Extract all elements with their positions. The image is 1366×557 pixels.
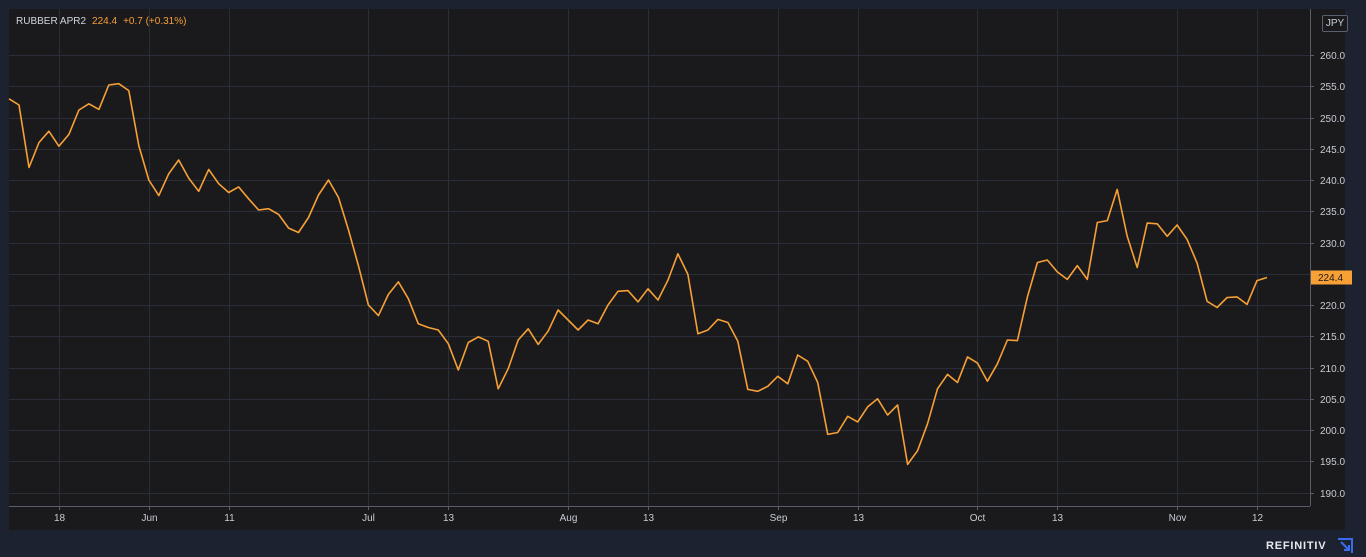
y-tick-label: 200.0 <box>1320 426 1345 437</box>
x-tick-label: 13 <box>853 513 865 524</box>
y-tick-label: 205.0 <box>1320 395 1345 406</box>
x-tick-label: 13 <box>643 513 655 524</box>
x-tick-label: 13 <box>1052 513 1064 524</box>
brand-name: REFINITIV <box>1266 540 1327 552</box>
y-tick-label: 240.0 <box>1320 176 1345 187</box>
x-tick-label: 18 <box>54 513 66 524</box>
price-chart: 190.0195.0200.0205.0210.0215.0220.0225.0… <box>0 0 1366 557</box>
y-tick-label: 195.0 <box>1320 457 1345 468</box>
legend-change: +0.7 (+0.31%) <box>123 16 187 27</box>
x-tick-label: Jul <box>362 513 375 524</box>
y-tick-label: 190.0 <box>1320 489 1345 500</box>
y-tick-label: 215.0 <box>1320 332 1345 343</box>
refinitiv-logo-icon <box>1338 538 1353 553</box>
x-tick-label: Oct <box>970 513 986 524</box>
y-tick-label: 245.0 <box>1320 145 1345 156</box>
y-tick-label: 210.0 <box>1320 364 1345 375</box>
x-tick-label: 11 <box>224 513 235 524</box>
plot-background <box>9 9 1345 530</box>
y-tick-label: 220.0 <box>1320 301 1345 312</box>
legend-price: 224.4 <box>92 16 118 27</box>
y-tick-label: 235.0 <box>1320 207 1345 218</box>
chart-legend: RUBBER APR2 224.4 +0.7 (+0.31%) <box>16 16 186 27</box>
y-tick-label: 230.0 <box>1320 239 1345 250</box>
x-tick-label: Sep <box>770 513 788 524</box>
currency-button[interactable]: JPY <box>1322 15 1348 32</box>
x-tick-label: Jun <box>141 513 157 524</box>
last-value-text: 224.4 <box>1318 273 1343 284</box>
x-tick-label: 13 <box>443 513 455 524</box>
x-tick-label: Aug <box>560 513 578 524</box>
chart-container: 190.0195.0200.0205.0210.0215.0220.0225.0… <box>0 0 1366 557</box>
last-value-label: 224.4 <box>1311 270 1352 285</box>
y-tick-label: 255.0 <box>1320 82 1345 93</box>
legend-symbol: RUBBER APR2 <box>16 16 87 27</box>
x-tick-label: Nov <box>1169 513 1187 524</box>
x-tick-label: 12 <box>1252 513 1264 524</box>
y-tick-label: 260.0 <box>1320 51 1345 62</box>
y-tick-label: 250.0 <box>1320 114 1345 125</box>
